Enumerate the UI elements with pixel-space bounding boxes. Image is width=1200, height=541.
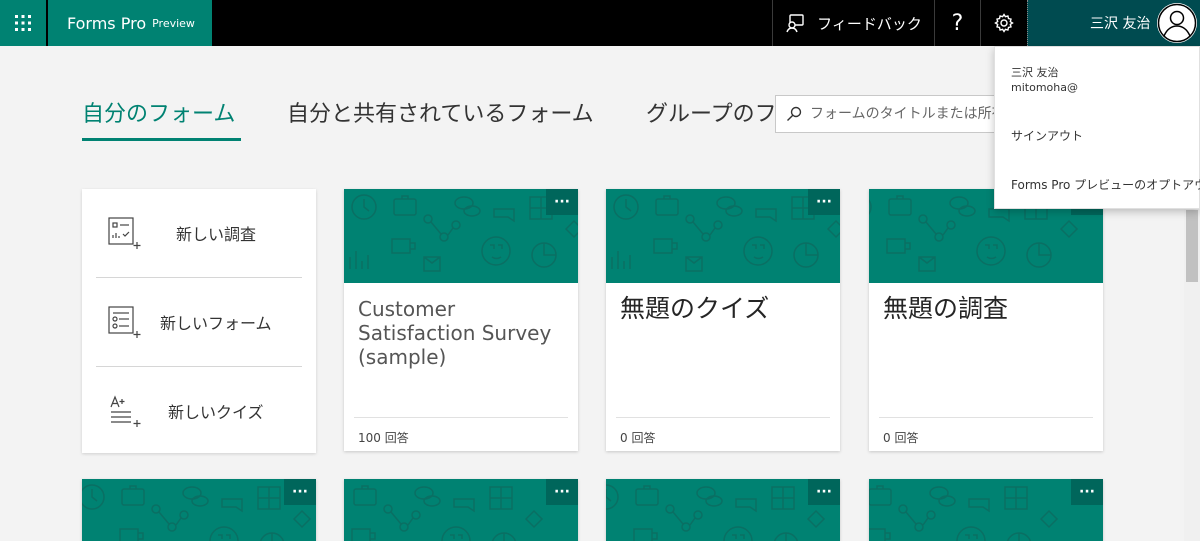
divider <box>616 417 830 418</box>
card-banner: ··· <box>606 479 840 541</box>
new-survey-label: 新しい調査 <box>176 225 257 244</box>
account-button[interactable]: 三沢 友治 <box>1027 0 1200 46</box>
more-icon: ··· <box>1079 484 1095 500</box>
card-more-button[interactable]: ··· <box>1071 479 1103 505</box>
card-pattern <box>82 484 311 541</box>
card-banner: ··· <box>82 479 316 541</box>
account-name: 三沢 友治 <box>1090 16 1151 32</box>
new-form-icon <box>108 306 141 338</box>
card-pattern <box>344 484 543 541</box>
new-form-button[interactable]: 新しいフォーム <box>96 278 302 366</box>
card-banner: ··· <box>606 189 840 283</box>
search-icon <box>787 106 802 121</box>
divider <box>354 417 568 418</box>
brand-name: Forms Pro <box>67 13 147 33</box>
card-title: 無題のクイズ <box>620 294 770 323</box>
new-quiz-icon <box>110 395 141 427</box>
card-more-button[interactable]: ··· <box>546 479 578 505</box>
card-more-button[interactable]: ··· <box>284 479 316 505</box>
account-menu-name: 三沢 友治 <box>1011 66 1059 79</box>
card-banner: ··· <box>344 479 578 541</box>
waffle-icon <box>15 15 31 31</box>
card-pattern <box>869 484 1058 541</box>
account-menu: 三沢 友治 mitomoha@ サインアウト Forms Pro プレビューのオ… <box>994 46 1200 209</box>
form-card[interactable]: ··· <box>82 479 316 541</box>
form-card[interactable]: ··· 無題のクイズ 0 回答 <box>606 189 840 451</box>
new-quiz-button[interactable]: 新しいクイズ <box>96 367 302 455</box>
sign-out-link[interactable]: サインアウト <box>1011 127 1083 144</box>
card-more-button[interactable]: ··· <box>546 189 578 215</box>
card-response-count: 100 回答 <box>358 431 409 445</box>
card-response-count: 0 回答 <box>883 431 919 445</box>
feedback-icon <box>786 14 804 33</box>
app-launcher-button[interactable] <box>0 0 46 46</box>
more-icon: ··· <box>554 484 570 500</box>
feedback-label: フィードバック <box>817 14 922 33</box>
new-survey-button[interactable]: 新しい調査 <box>96 189 302 277</box>
form-card[interactable]: ··· <box>606 479 840 541</box>
form-card[interactable]: ··· <box>344 479 578 541</box>
card-more-button[interactable]: ··· <box>808 479 840 505</box>
more-icon: ··· <box>554 194 570 210</box>
more-icon: ··· <box>816 194 832 210</box>
brand-preview-tag: Preview <box>152 16 195 30</box>
card-response-count: 0 回答 <box>620 431 656 445</box>
card-pattern <box>349 194 578 272</box>
divider <box>879 417 1093 418</box>
gear-icon <box>994 13 1014 33</box>
card-banner: ··· <box>344 189 578 283</box>
app-brand[interactable]: Forms Pro Preview <box>48 0 212 46</box>
account-menu-email: mitomoha@ <box>1011 81 1078 94</box>
card-pattern <box>606 484 825 541</box>
avatar-icon <box>1157 3 1197 43</box>
new-quiz-label: 新しいクイズ <box>168 403 264 422</box>
more-icon: ··· <box>816 484 832 500</box>
tab-group-forms[interactable]: グループのフォーム <box>646 96 776 128</box>
card-more-button[interactable]: ··· <box>808 189 840 215</box>
form-card[interactable]: ··· 無題の調査 0 回答 <box>869 189 1103 451</box>
new-survey-icon <box>108 217 141 249</box>
opt-out-link[interactable]: Forms Pro プレビューのオプトアウト <box>1011 176 1200 193</box>
search-input[interactable] <box>808 105 999 123</box>
card-title: Customer Satisfaction Survey (sample) <box>358 297 552 369</box>
tab-shared-with-me[interactable]: 自分と共有されているフォーム <box>287 96 594 128</box>
feedback-button[interactable]: フィードバック <box>772 0 934 46</box>
help-button[interactable]: ? <box>934 0 980 46</box>
search-box[interactable] <box>775 95 1000 133</box>
more-icon: ··· <box>292 484 308 500</box>
form-card[interactable]: ··· <box>869 479 1103 541</box>
card-title: 無題の調査 <box>883 294 1009 323</box>
new-form-label: 新しいフォーム <box>160 314 272 333</box>
card-pattern <box>611 194 840 272</box>
tab-my-forms[interactable]: 自分のフォーム <box>82 96 235 128</box>
selected-tab-indicator <box>82 138 241 141</box>
settings-button[interactable] <box>980 0 1027 46</box>
top-bar: Forms Pro Preview フィードバック ? 三沢 友治 <box>0 0 1200 46</box>
new-form-panel: 新しい調査 新しいフォーム 新しいクイズ <box>82 189 316 453</box>
card-banner: ··· <box>869 479 1103 541</box>
form-card[interactable]: ··· Customer Satisfaction Survey (sample… <box>344 189 578 451</box>
help-icon: ? <box>951 10 964 36</box>
scrollbar-thumb[interactable] <box>1186 210 1198 282</box>
